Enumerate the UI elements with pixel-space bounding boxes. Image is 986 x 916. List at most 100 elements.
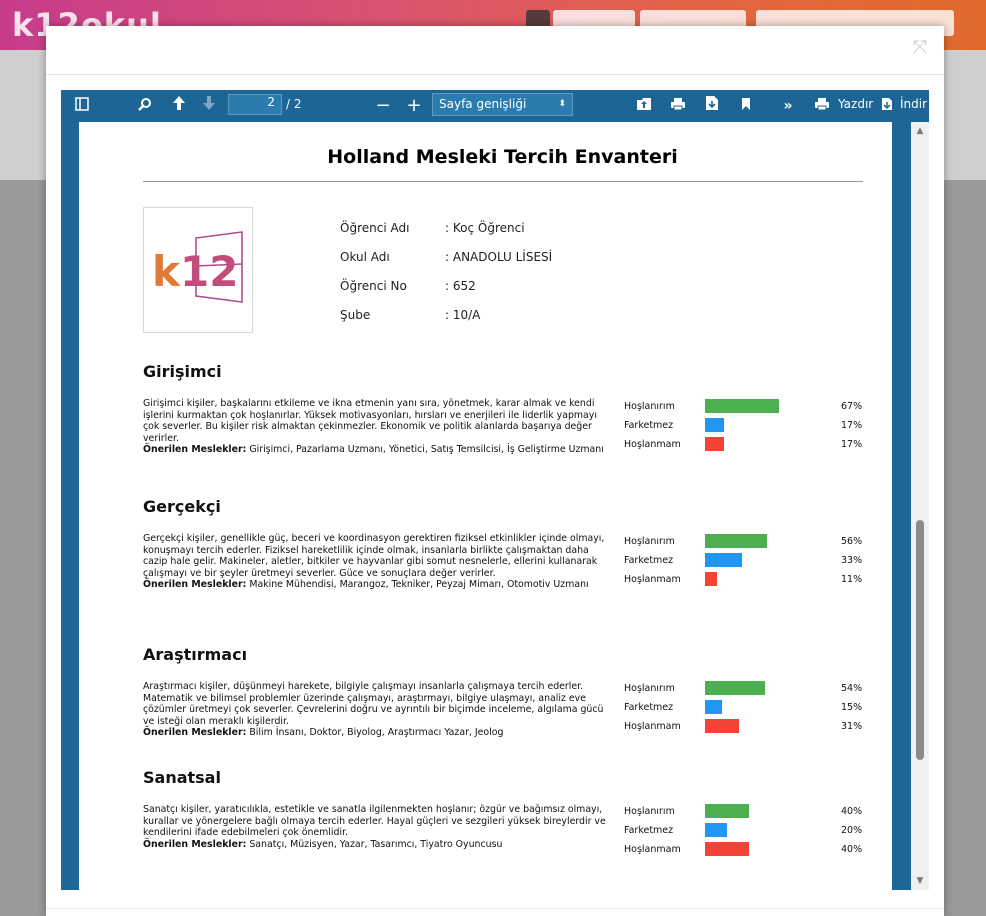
bar-like xyxy=(705,399,779,413)
bar-percent: 20% xyxy=(841,825,863,836)
zoom-in-icon[interactable]: + xyxy=(403,94,425,118)
bar-label-neutral: Farketmez xyxy=(624,825,674,836)
next-page-icon[interactable] xyxy=(198,94,220,118)
bar-neutral xyxy=(705,823,727,837)
bar-label-dislike: Hoşlanmam xyxy=(624,844,681,855)
more-tools-icon[interactable]: » xyxy=(777,94,799,118)
pdf-scroll-area[interactable]: Holland Mesleki Tercih Envanteri k 12 Öğ… xyxy=(61,122,929,890)
logo-k: k xyxy=(152,247,181,296)
section-description: Girişimci kişiler, başkalarını etkileme … xyxy=(143,398,608,456)
bar-label-dislike: Hoşlanmam xyxy=(624,721,681,732)
report-modal: ⤧ 2 / 2 − + Sayfa genişliği ⬍ » Yazdır İ… xyxy=(46,26,944,916)
section-title: Gerçekçi xyxy=(143,497,221,516)
bar-label-neutral: Farketmez xyxy=(624,420,674,431)
modal-divider xyxy=(46,74,944,75)
search-icon[interactable] xyxy=(134,94,156,118)
bar-label-neutral: Farketmez xyxy=(624,555,674,566)
vertical-scrollbar[interactable]: ▲ ▼ xyxy=(911,122,929,890)
section-text: Gerçekçi kişiler, genellikle güç, beceri… xyxy=(143,533,605,579)
title-divider xyxy=(143,181,863,182)
bar-label-like: Hoşlanırım xyxy=(624,536,675,547)
recommended-list: Sanatçı, Müzisyen, Yazar, Tasarımcı, Tiy… xyxy=(246,838,503,850)
bar-dislike xyxy=(705,572,717,586)
bar-percent: 40% xyxy=(841,844,863,855)
info-label: Şube xyxy=(340,308,371,322)
recommended-list: Girişimci, Pazarlama Uzmanı, Yönetici, S… xyxy=(246,444,604,456)
bar-label-like: Hoşlanırım xyxy=(624,401,675,412)
info-value: : 652 xyxy=(445,279,476,293)
pdf-page: Holland Mesleki Tercih Envanteri k 12 Öğ… xyxy=(79,122,892,890)
bar-percent: 40% xyxy=(841,806,863,817)
download-button[interactable]: İndir xyxy=(900,97,927,111)
bar-percent: 56% xyxy=(841,536,863,547)
document-title: Holland Mesleki Tercih Envanteri xyxy=(327,146,678,168)
fullscreen-toggle-icon[interactable]: ⤧ xyxy=(910,38,930,58)
section-title: Araştırmacı xyxy=(143,645,248,664)
school-logo: k 12 xyxy=(143,207,253,333)
section-description: Gerçekçi kişiler, genellikle güç, beceri… xyxy=(143,533,608,591)
section-text: Araştırmacı kişiler, düşünmeyi harekete,… xyxy=(143,681,604,727)
section-text: Girişimci kişiler, başkalarını etkileme … xyxy=(143,398,597,444)
modal-footer-divider xyxy=(46,908,944,909)
print-icon[interactable] xyxy=(667,94,689,118)
bar-neutral xyxy=(705,700,722,714)
bar-dislike xyxy=(705,842,749,856)
pdf-toolbar: 2 / 2 − + Sayfa genişliği ⬍ » Yazdır İnd… xyxy=(61,90,929,122)
bar-label-dislike: Hoşlanmam xyxy=(624,574,681,585)
pdf-viewer: 2 / 2 − + Sayfa genişliği ⬍ » Yazdır İnd… xyxy=(61,90,929,890)
info-label: Öğrenci No xyxy=(340,279,407,293)
bar-neutral xyxy=(705,553,742,567)
zoom-select[interactable]: Sayfa genişliği ⬍ xyxy=(432,93,573,116)
bar-percent: 33% xyxy=(841,555,863,566)
recommended-label: Önerilen Meslekler: xyxy=(143,838,247,850)
info-value: : Koç Öğrenci xyxy=(445,221,525,235)
print-icon[interactable] xyxy=(811,94,833,118)
info-value: : ANADOLU LİSESİ xyxy=(445,250,553,264)
bar-percent: 11% xyxy=(841,574,863,585)
previous-page-icon[interactable] xyxy=(168,94,190,118)
bar-label-neutral: Farketmez xyxy=(624,702,674,713)
bar-like xyxy=(705,534,767,548)
section-description: Sanatçı kişiler, yaratıcılıkla, estetikl… xyxy=(143,804,608,850)
zoom-out-icon[interactable]: − xyxy=(372,94,394,118)
zoom-select-value: Sayfa genişliği xyxy=(439,97,527,111)
bar-percent: 54% xyxy=(841,683,863,694)
bar-label-dislike: Hoşlanmam xyxy=(624,439,681,450)
recommended-list: Makine Mühendisi, Marangoz, Tekniker, Pe… xyxy=(246,579,589,591)
bar-label-like: Hoşlanırım xyxy=(624,806,675,817)
section-title: Girişimci xyxy=(143,362,222,381)
select-caret-icon: ⬍ xyxy=(558,99,566,109)
bar-percent: 31% xyxy=(841,721,863,732)
page-number-input[interactable]: 2 xyxy=(228,94,282,115)
info-label: Okul Adı xyxy=(340,250,390,264)
info-value: : 10/A xyxy=(445,308,481,322)
print-button[interactable]: Yazdır xyxy=(838,97,873,111)
scrollbar-thumb[interactable] xyxy=(916,520,924,760)
section-title: Sanatsal xyxy=(143,768,221,787)
bar-percent: 67% xyxy=(841,401,863,412)
bar-like xyxy=(705,804,749,818)
bar-neutral xyxy=(705,418,724,432)
bar-label-like: Hoşlanırım xyxy=(624,683,675,694)
logo-12: 12 xyxy=(180,247,238,296)
section-description: Araştırmacı kişiler, düşünmeyi harekete,… xyxy=(143,681,608,739)
bookmark-icon[interactable] xyxy=(735,94,757,118)
bar-dislike xyxy=(705,437,724,451)
bar-percent: 15% xyxy=(841,702,863,713)
download-icon[interactable] xyxy=(879,94,895,118)
sidebar-toggle-icon[interactable] xyxy=(71,94,93,118)
scroll-down-arrow-icon[interactable]: ▼ xyxy=(915,876,925,886)
info-label: Öğrenci Adı xyxy=(340,221,410,235)
page-count: / 2 xyxy=(286,97,302,111)
bar-like xyxy=(705,681,765,695)
bar-dislike xyxy=(705,719,739,733)
scroll-up-arrow-icon[interactable]: ▲ xyxy=(915,126,925,136)
open-file-icon[interactable] xyxy=(633,94,655,118)
save-icon[interactable] xyxy=(701,94,723,118)
recommended-label: Önerilen Meslekler: xyxy=(143,579,247,591)
section-text: Sanatçı kişiler, yaratıcılıkla, estetikl… xyxy=(143,804,606,839)
recommended-list: Bilim İnsanı, Doktor, Biyolog, Araştırma… xyxy=(246,727,504,739)
bar-percent: 17% xyxy=(841,439,863,450)
recommended-label: Önerilen Meslekler: xyxy=(143,727,247,739)
bar-percent: 17% xyxy=(841,420,863,431)
